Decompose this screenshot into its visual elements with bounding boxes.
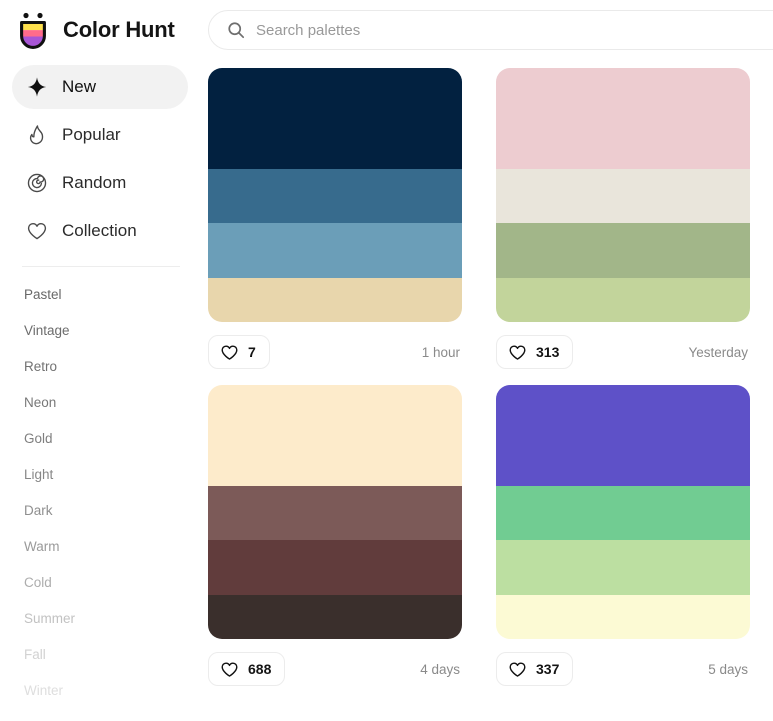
palette-swatch[interactable] bbox=[208, 385, 462, 486]
palette-swatch[interactable] bbox=[496, 68, 750, 169]
spiral-icon bbox=[26, 172, 48, 194]
palette-swatch[interactable] bbox=[208, 168, 462, 224]
palette-card-footer: 337 5 days bbox=[496, 652, 750, 686]
tag-spring[interactable]: Spring bbox=[0, 709, 200, 721]
palette-swatch[interactable] bbox=[496, 223, 750, 278]
palette-swatch[interactable] bbox=[496, 594, 750, 639]
palette-swatch[interactable] bbox=[208, 485, 462, 541]
tag-winter[interactable]: Winter bbox=[0, 673, 200, 709]
tag-light[interactable]: Light bbox=[0, 457, 200, 493]
app-header: Color Hunt bbox=[0, 0, 773, 60]
like-count: 313 bbox=[536, 344, 560, 360]
palette-card: 7 1 hour bbox=[208, 68, 462, 369]
flame-icon bbox=[26, 124, 48, 146]
colorhunt-cup-logo-icon bbox=[16, 11, 52, 49]
palette-swatch[interactable] bbox=[496, 485, 750, 541]
tag-vintage[interactable]: Vintage bbox=[0, 313, 200, 349]
palette-swatches[interactable] bbox=[496, 68, 750, 322]
palette-card: 337 5 days bbox=[496, 385, 750, 686]
heart-icon bbox=[508, 660, 527, 679]
palette-swatch[interactable] bbox=[208, 594, 462, 639]
sidebar-divider bbox=[22, 266, 180, 267]
like-count: 7 bbox=[248, 344, 256, 360]
palette-card-footer: 313 Yesterday bbox=[496, 335, 750, 369]
tag-dark[interactable]: Dark bbox=[0, 493, 200, 529]
palette-swatch[interactable] bbox=[208, 68, 462, 169]
palette-timestamp: 5 days bbox=[708, 661, 748, 677]
palette-swatches[interactable] bbox=[208, 68, 462, 322]
search-input[interactable] bbox=[256, 11, 773, 49]
tag-neon[interactable]: Neon bbox=[0, 385, 200, 421]
palette-swatch[interactable] bbox=[496, 277, 750, 322]
brand-logo-area[interactable]: Color Hunt bbox=[0, 11, 200, 49]
search-icon bbox=[227, 21, 245, 39]
palette-swatch[interactable] bbox=[208, 277, 462, 322]
sidebar-item-random[interactable]: Random bbox=[12, 161, 188, 205]
sidebar: New Popular Random Collection Pastel Vin… bbox=[0, 60, 200, 721]
sidebar-item-new[interactable]: New bbox=[12, 65, 188, 109]
tag-pastel[interactable]: Pastel bbox=[0, 277, 200, 313]
heart-icon bbox=[220, 660, 239, 679]
color-hunt-app: Color Hunt New bbox=[0, 0, 773, 721]
palette-swatch[interactable] bbox=[496, 385, 750, 486]
palette-card: 688 4 days bbox=[208, 385, 462, 686]
like-count: 337 bbox=[536, 661, 560, 677]
palette-swatch[interactable] bbox=[208, 223, 462, 278]
palette-swatches[interactable] bbox=[208, 385, 462, 639]
palette-grid: 7 1 hour 313 Yesterday 688 4 days 337 5 … bbox=[208, 68, 773, 686]
like-button[interactable]: 313 bbox=[496, 335, 574, 369]
palette-swatches[interactable] bbox=[496, 385, 750, 639]
heart-icon bbox=[26, 220, 48, 242]
like-button[interactable]: 337 bbox=[496, 652, 574, 686]
sidebar-item-popular[interactable]: Popular bbox=[12, 113, 188, 157]
palette-card-footer: 688 4 days bbox=[208, 652, 462, 686]
tag-gold[interactable]: Gold bbox=[0, 421, 200, 457]
palette-timestamp: Yesterday bbox=[688, 344, 748, 360]
app-body: New Popular Random Collection Pastel Vin… bbox=[0, 60, 773, 721]
sidebar-item-label: Popular bbox=[62, 125, 121, 144]
sidebar-item-label: New bbox=[62, 77, 97, 96]
palette-card-footer: 7 1 hour bbox=[208, 335, 462, 369]
sidebar-item-collection[interactable]: Collection bbox=[12, 209, 188, 253]
brand-name: Color Hunt bbox=[63, 17, 175, 42]
palette-timestamp: 4 days bbox=[420, 661, 460, 677]
tag-list: Pastel Vintage Retro Neon Gold Light Dar… bbox=[0, 277, 200, 721]
sparkle-icon bbox=[26, 76, 48, 98]
like-button[interactable]: 688 bbox=[208, 652, 286, 686]
tag-retro[interactable]: Retro bbox=[0, 349, 200, 385]
palette-swatch[interactable] bbox=[208, 540, 462, 595]
sidebar-item-label: Random bbox=[62, 173, 127, 192]
tag-cold[interactable]: Cold bbox=[0, 565, 200, 601]
palette-swatch[interactable] bbox=[496, 540, 750, 595]
sidebar-item-label: Collection bbox=[62, 221, 137, 240]
search-bar[interactable] bbox=[208, 10, 773, 50]
heart-icon bbox=[508, 343, 527, 362]
like-button[interactable]: 7 bbox=[208, 335, 270, 369]
heart-icon bbox=[220, 343, 239, 362]
palette-card: 313 Yesterday bbox=[496, 68, 750, 369]
like-count: 688 bbox=[248, 661, 272, 677]
tag-fall[interactable]: Fall bbox=[0, 637, 200, 673]
tag-summer[interactable]: Summer bbox=[0, 601, 200, 637]
palette-timestamp: 1 hour bbox=[421, 344, 460, 360]
tag-warm[interactable]: Warm bbox=[0, 529, 200, 565]
palette-grid-area: 7 1 hour 313 Yesterday 688 4 days 337 5 … bbox=[200, 60, 773, 721]
palette-swatch[interactable] bbox=[496, 168, 750, 224]
